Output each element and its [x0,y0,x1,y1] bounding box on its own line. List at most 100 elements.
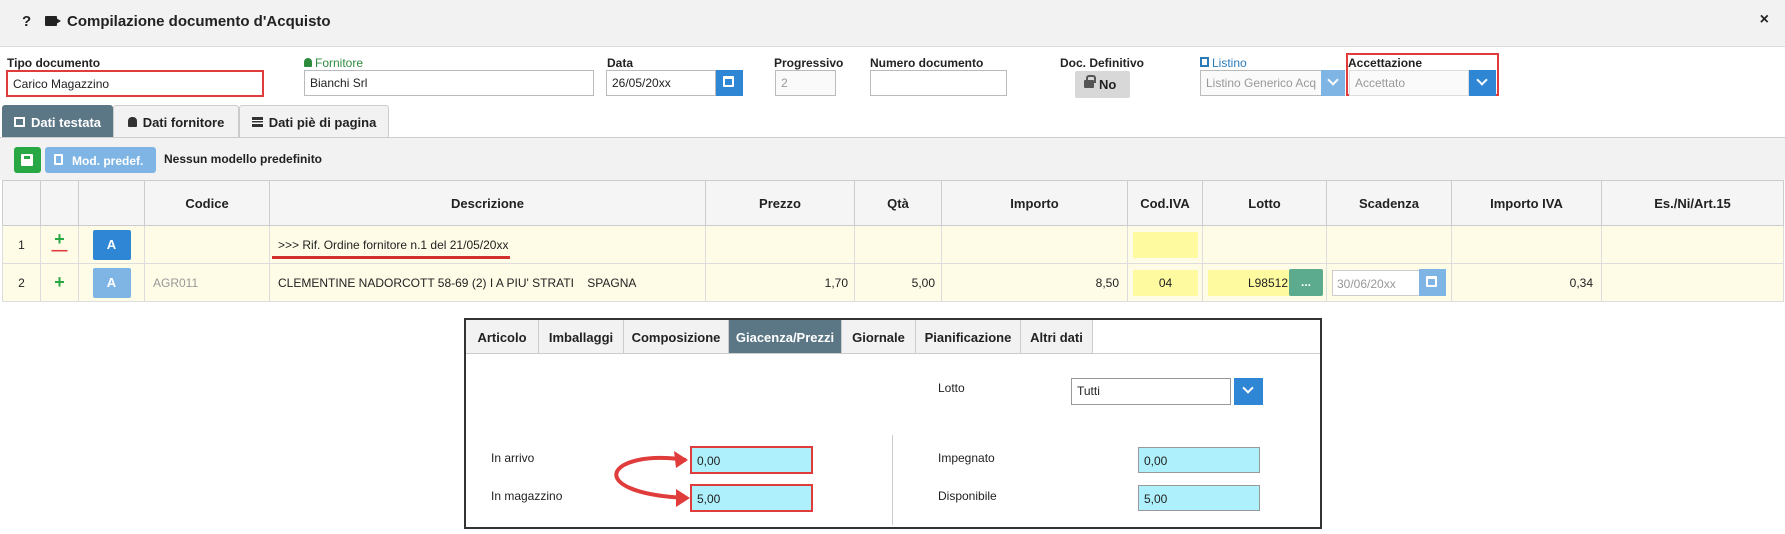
doc-definitivo-label: Doc. Definitivo [1060,56,1145,70]
tab-articolo[interactable]: Articolo [466,320,539,354]
tab-dati-fornitore[interactable]: Dati fornitore [113,105,239,137]
cod-iva-field[interactable] [1133,232,1198,258]
video-camera-icon [45,16,61,26]
calendar-button[interactable] [1419,269,1446,296]
progressivo-field[interactable]: 2 [775,70,836,96]
row-number: 2 [2,263,41,302]
cod-iva-cell[interactable]: 04 [1127,263,1203,302]
lotto-lookup-button[interactable]: ... [1289,269,1323,296]
close-icon[interactable]: × [1760,11,1769,29]
lotto-cell[interactable] [1202,225,1327,264]
col-header-codice[interactable]: Codice [144,180,270,226]
qta-cell[interactable]: 5,00 [854,263,942,302]
tab-dati-pie-pagina[interactable]: Dati piè di pagina [239,105,389,137]
add-row-icon[interactable]: + [54,272,65,292]
tipo-documento-label: Tipo documento [7,56,101,70]
col-header-cod-iva[interactable]: Cod.IVA [1127,180,1203,226]
lotto-dropdown-button[interactable] [1234,378,1263,405]
in-arrivo-field[interactable]: 0,00 [690,446,813,474]
col-header-es[interactable]: Es./Ni/Art.15 [1601,180,1784,226]
calendar-button[interactable] [716,70,743,96]
cod-iva-cell[interactable] [1127,225,1203,264]
es-cell[interactable] [1601,263,1784,302]
in-arrivo-label: In arrivo [491,451,535,465]
col-header-scadenza[interactable]: Scadenza [1326,180,1452,226]
scadenza-field[interactable]: 30/06/20xx [1332,270,1420,296]
importo-cell[interactable] [941,225,1128,264]
codice-cell[interactable] [144,225,270,264]
tab-pianificazione[interactable]: Pianificazione [916,320,1021,354]
col-header-lotto[interactable]: Lotto [1202,180,1327,226]
cod-iva-field[interactable]: 04 [1133,270,1198,296]
scadenza-cell[interactable] [1326,225,1452,264]
col-header-qta[interactable]: Qtà [854,180,942,226]
importo-cell[interactable]: 8,50 [941,263,1128,302]
col-header-descrizione[interactable]: Descrizione [269,180,706,226]
article-detail-panel: Articolo Imballaggi Composizione Giacenz… [464,318,1322,529]
col-header [78,180,145,226]
impegnato-field[interactable]: 0,00 [1138,447,1260,473]
annotation-curved-arrow [614,451,690,507]
descrizione-cell[interactable]: CLEMENTINE NADORCOTT 58-69 (2) I A PIU' … [269,263,706,302]
tab-imballaggi[interactable]: Imballaggi [539,320,624,354]
listino-label-text: Listino [1212,56,1247,70]
copy-icon [54,154,63,165]
qta-cell[interactable] [854,225,942,264]
tab-composizione[interactable]: Composizione [624,320,729,354]
prezzo-cell[interactable] [705,225,855,264]
lotto-field[interactable]: L98512 [1208,270,1291,296]
row-actions: + — [40,225,79,264]
data-field[interactable]: 26/05/20xx [606,70,716,96]
codice-cell[interactable]: AGR011 [144,263,270,302]
accettazione-dropdown-button[interactable] [1469,70,1496,96]
row-a-button[interactable]: A [92,229,131,260]
tab-dati-fornitore-label: Dati fornitore [142,115,225,130]
col-header-importo[interactable]: Importo [941,180,1128,226]
mod-predef-button[interactable]: Mod. predef. [45,147,156,173]
in-magazzino-field[interactable]: 5,00 [690,484,813,512]
importo-iva-cell[interactable]: 0,34 [1451,263,1602,302]
tab-altri-dati[interactable]: Altri dati [1021,320,1093,354]
disponibile-label: Disponibile [938,489,997,503]
nessun-modello-text: Nessun modello predefinito [164,152,323,166]
accettazione-field[interactable]: Accettato [1349,70,1469,96]
tab-giacenza-prezzi[interactable]: Giacenza/Prezzi [729,320,842,354]
col-header-importo-iva[interactable]: Importo IVA [1451,180,1602,226]
row-a-button[interactable]: A [92,267,131,298]
tab-giornale[interactable]: Giornale [842,320,916,354]
copy-icon [1200,57,1209,67]
remove-row-icon[interactable]: — [41,242,78,258]
user-icon [304,58,312,67]
numero-documento-label: Numero documento [870,56,984,70]
col-header [40,180,79,226]
table-row[interactable]: 2 + A AGR011 CLEMENTINE NADORCOTT 58-69 … [2,263,1784,302]
lotto-label: Lotto [938,381,965,395]
help-icon[interactable]: ? [22,13,31,30]
chevron-down-icon [1242,382,1254,394]
grid-header: Codice Descrizione Prezzo Qtà Importo Co… [2,180,1784,226]
mod-predef-label: Mod. predef. [72,154,144,168]
numero-documento-field[interactable] [870,70,1007,96]
lotto-select[interactable]: Tutti [1071,378,1231,405]
listino-label: Listino [1200,56,1247,70]
doc-definitivo-toggle[interactable]: No [1075,71,1130,98]
tab-dati-testata[interactable]: Dati testata [2,105,113,137]
col-header-prezzo[interactable]: Prezzo [705,180,855,226]
listino-dropdown-button[interactable] [1321,70,1345,96]
es-cell[interactable] [1601,225,1784,264]
tipo-documento-field[interactable]: Carico Magazzino [6,70,264,97]
importo-iva-cell[interactable] [1451,225,1602,264]
fornitore-field[interactable]: Bianchi Srl [304,70,594,96]
prezzo-cell[interactable]: 1,70 [705,263,855,302]
disponibile-field[interactable]: 5,00 [1138,485,1260,511]
scadenza-cell[interactable]: 30/06/20xx [1326,263,1452,302]
toolbar: Mod. predef. Nessun modello predefinito [0,137,1785,180]
server-icon [251,117,263,127]
window-title: Compilazione documento d'Acquisto [67,13,331,30]
chevron-down-icon [1327,74,1339,86]
save-button[interactable] [14,147,41,173]
lotto-cell[interactable]: L98512... [1202,263,1327,302]
table-row[interactable]: 1 + — A >>> Rif. Ordine fornitore n.1 del… [2,225,1784,264]
listino-field[interactable]: Listino Generico Acq [1200,70,1322,96]
calendar-icon [1426,276,1437,287]
